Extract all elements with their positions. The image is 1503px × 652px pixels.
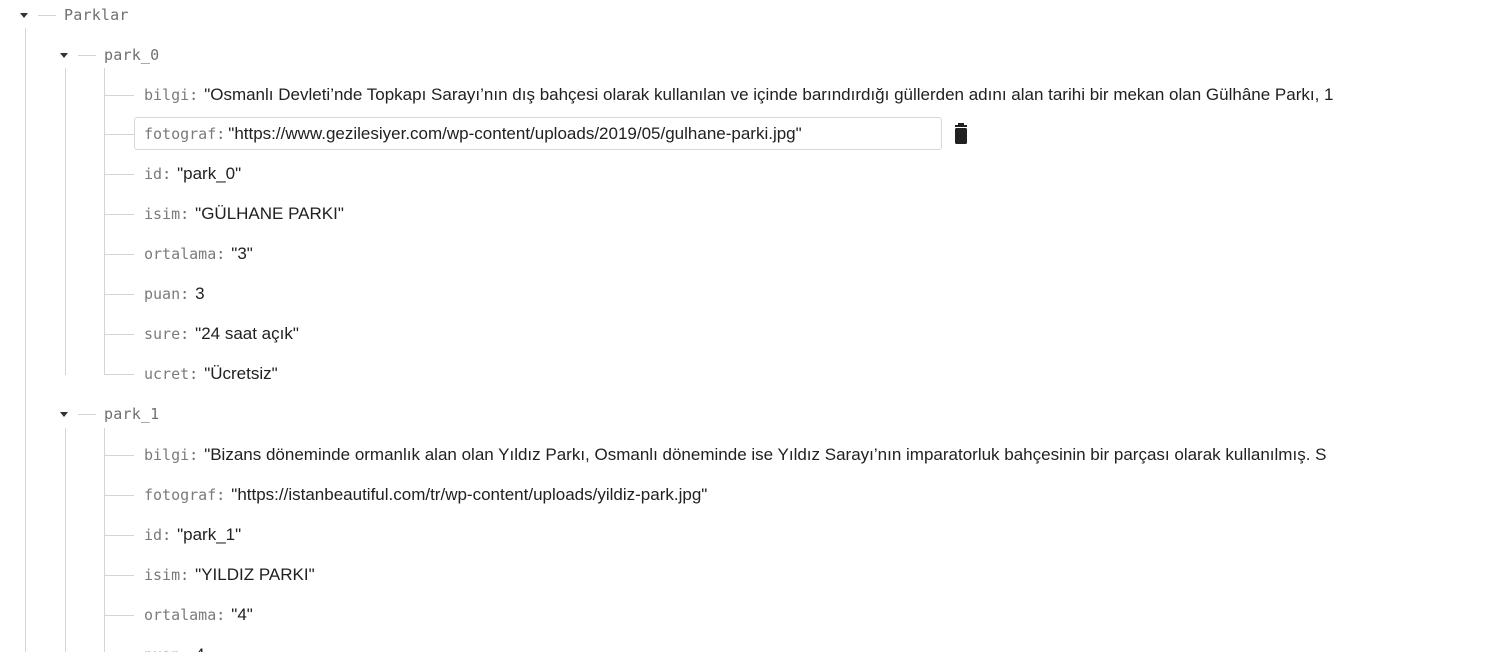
connector <box>104 95 134 96</box>
list-item-editing[interactable]: fotograf: "https://www.gezilesiyer.com/w… <box>144 114 802 154</box>
list-item[interactable]: sure: "24 saat açık" <box>144 314 299 354</box>
field-value: "https://istanbeautiful.com/tr/wp-conten… <box>231 485 708 504</box>
caret-down-icon[interactable] <box>20 13 28 18</box>
tree-node-park-0[interactable]: park_0 <box>104 35 159 75</box>
node-key: Parklar <box>64 6 129 24</box>
tree-node-park-1[interactable]: park_1 <box>104 394 159 434</box>
node-key: park_1 <box>104 405 160 423</box>
field-key: ucret <box>144 365 190 383</box>
connector <box>104 535 134 536</box>
connector <box>104 495 134 496</box>
connector <box>78 55 96 56</box>
list-item[interactable]: bilgi: "Bizans döneminde ormanlık alan o… <box>144 435 1326 475</box>
connector <box>104 134 134 135</box>
connector <box>104 254 134 255</box>
caret-down-icon[interactable] <box>60 412 68 417</box>
list-item[interactable]: ucret: "Ücretsiz" <box>144 354 278 394</box>
field-value: "GÜLHANE PARKI" <box>195 204 344 223</box>
guide-line-park-0 <box>65 68 66 375</box>
value-input[interactable]: "https://www.gezilesiyer.com/wp-content/… <box>228 124 801 144</box>
list-item[interactable]: isim: "YILDIZ PARKI" <box>144 555 315 595</box>
field-value: "3" <box>231 244 253 263</box>
field-value: "Bizans döneminde ormanlık alan olan Yıl… <box>204 445 1327 464</box>
field-key: bilgi <box>144 86 190 104</box>
connector <box>78 414 96 415</box>
guide-line-park-0-fields <box>104 68 105 375</box>
connector <box>104 294 134 295</box>
list-item[interactable]: bilgi: "Osmanlı Devleti’nde Topkapı Sara… <box>144 75 1334 115</box>
field-value: "4" <box>231 605 253 624</box>
field-key: fotograf <box>144 486 217 504</box>
connector <box>104 615 134 616</box>
list-item[interactable]: fotograf: "https://istanbeautiful.com/tr… <box>144 475 707 515</box>
list-item[interactable]: ortalama: "3" <box>144 234 253 274</box>
field-key: id <box>144 165 163 183</box>
trash-icon[interactable] <box>952 123 970 145</box>
connector <box>104 455 134 456</box>
connector <box>104 334 134 335</box>
list-item[interactable]: puan: 3 <box>144 274 205 314</box>
field-key: id <box>144 526 163 544</box>
field-key: ortalama <box>144 606 217 624</box>
database-tree: Parklar park_0 bilgi: "Osmanlı Devleti’n… <box>0 0 1503 652</box>
field-value: 3 <box>195 284 205 303</box>
tree-node-root[interactable]: Parklar <box>64 0 129 35</box>
field-key: isim <box>144 205 181 223</box>
field-key: puan <box>144 646 180 652</box>
connector <box>104 174 134 175</box>
field-value: "park_1" <box>177 525 242 544</box>
list-item[interactable]: isim: "GÜLHANE PARKI" <box>144 194 344 234</box>
guide-line-park-1 <box>65 428 66 652</box>
field-key: sure <box>144 325 181 343</box>
field-key: ortalama <box>144 245 217 263</box>
guide-line-park-1-fields <box>104 428 105 652</box>
connector <box>104 214 134 215</box>
field-key: isim <box>144 566 181 584</box>
list-item[interactable]: id: "park_1" <box>144 515 241 555</box>
list-item[interactable]: id: "park_0" <box>144 154 241 194</box>
connector <box>38 15 56 16</box>
connector <box>104 374 134 375</box>
field-value: 4 <box>195 645 204 652</box>
guide-line-root <box>25 28 26 652</box>
field-value: "24 saat açık" <box>195 324 299 343</box>
field-value: "park_0" <box>177 164 242 183</box>
list-item[interactable]: puan: 4 <box>144 635 205 652</box>
connector <box>104 575 134 576</box>
field-value: "YILDIZ PARKI" <box>195 565 315 584</box>
field-key: puan <box>144 285 181 303</box>
list-item[interactable]: ortalama: "4" <box>144 595 253 635</box>
caret-down-icon[interactable] <box>60 53 68 58</box>
node-key: park_0 <box>104 46 160 64</box>
field-key: bilgi <box>144 446 190 464</box>
field-value: "Ücretsiz" <box>204 364 278 383</box>
field-value: "Osmanlı Devleti’nde Topkapı Sarayı’nın … <box>204 85 1334 104</box>
field-key: fotograf <box>144 125 217 143</box>
